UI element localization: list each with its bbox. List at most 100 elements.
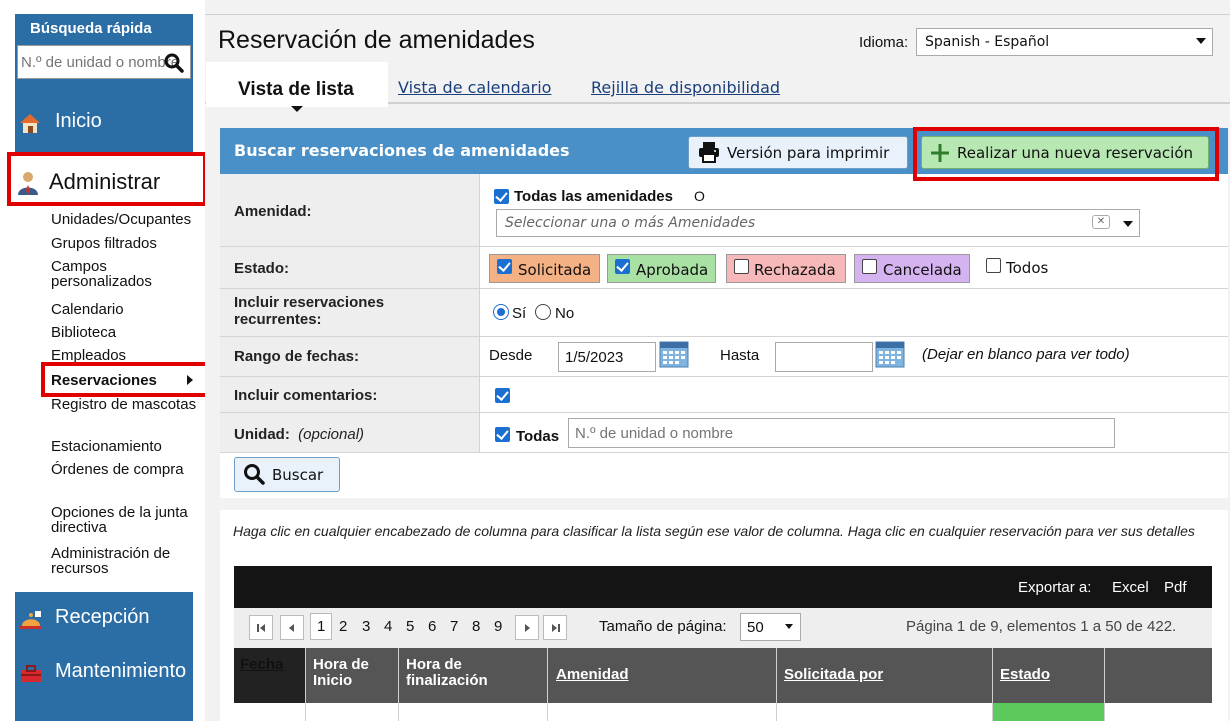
date-range-label: Rango de fechas: (234, 348, 360, 365)
column-divider (992, 648, 993, 721)
quick-search-title: Búsqueda rápida (30, 20, 152, 37)
column-start-time[interactable]: Hora de Inicio (313, 657, 393, 689)
calendar-icon[interactable] (875, 341, 905, 368)
chevron-down-icon[interactable] (1123, 221, 1133, 227)
status-requested-label: Solicitada (518, 261, 592, 279)
status-label: Estado: (234, 260, 290, 277)
sidebar-item-calendar[interactable]: Calendario (51, 302, 203, 317)
page-link[interactable]: 8 (472, 618, 480, 635)
column-status[interactable]: Estado (1000, 667, 1050, 683)
recurring-no-label: No (555, 305, 575, 322)
print-version-label: Versión para imprimir (727, 144, 890, 162)
amenity-or-label: O (694, 188, 705, 204)
form-row-divider (220, 376, 1228, 377)
sidebar-item-pets[interactable]: Registro de mascotas (51, 397, 203, 412)
first-page-button[interactable] (249, 615, 273, 640)
last-page-icon (552, 624, 557, 632)
nav-bottom-group: Recepción Mantenimiento (15, 592, 193, 721)
export-excel-link[interactable]: Excel (1112, 579, 1149, 596)
unit-label: Unidad: (opcional) (234, 426, 364, 443)
unit-search-input[interactable] (568, 418, 1115, 448)
column-divider (1104, 648, 1105, 721)
status-rejected-checkbox[interactable] (734, 259, 749, 274)
include-comments-checkbox[interactable] (495, 388, 510, 403)
column-divider (398, 648, 399, 721)
recurring-yes-radio[interactable] (493, 304, 509, 320)
all-units-checkbox[interactable] (495, 427, 510, 442)
nav-reception[interactable]: Recepción (55, 606, 150, 629)
search-button-label: Buscar (272, 466, 324, 484)
top-divider (205, 14, 1230, 15)
new-reservation-label: Realizar una nueva reservación (957, 144, 1194, 162)
status-approved-label: Aprobada (636, 261, 709, 279)
page-link[interactable]: 1 (317, 618, 325, 635)
nav-home[interactable]: Inicio (15, 82, 193, 152)
toolbox-icon (21, 665, 41, 682)
sidebar-item-employees[interactable]: Empleados (51, 348, 203, 363)
search-panel-title: Buscar reservaciones de amenidades (234, 141, 570, 160)
page-link[interactable]: 4 (384, 618, 392, 635)
user-admin-icon (18, 172, 38, 195)
language-select[interactable]: Spanish - Español (916, 28, 1213, 56)
sidebar-item-filtered-groups[interactable]: Grupos filtrados (51, 236, 203, 251)
sidebar-item-parking[interactable]: Estacionamiento (51, 439, 203, 454)
sidebar-item-board-options[interactable]: Opciones de la junta directiva (51, 505, 203, 535)
date-from-input[interactable]: 1/5/2023 (558, 342, 656, 372)
sidebar-item-resources[interactable]: Administración de recursos (51, 546, 203, 576)
recurring-no-radio[interactable] (535, 304, 551, 320)
search-icon[interactable] (163, 52, 185, 74)
status-cancelled-checkbox[interactable] (862, 259, 877, 274)
calendar-icon[interactable] (659, 341, 689, 368)
tab-calendar-view[interactable]: Vista de calendario (398, 78, 551, 97)
language-label: Idioma: (859, 34, 909, 51)
recurring-label: Incluir reservaciones recurrentes: (234, 294, 385, 328)
column-divider (547, 648, 548, 721)
column-end-time[interactable]: Hora de finalización (406, 657, 506, 689)
page-link[interactable]: 5 (406, 618, 414, 635)
sidebar-item-purchase-orders[interactable]: Órdenes de compra (51, 462, 203, 477)
all-amenities-label: Todas las amenidades (514, 188, 673, 205)
sidebar-item-units[interactable]: Unidades/Ocupantes (51, 212, 203, 227)
status-rejected-label: Rechazada (754, 261, 836, 279)
column-date[interactable]: Fecha (240, 657, 283, 673)
status-all-checkbox[interactable] (986, 258, 1001, 273)
page-link[interactable]: 6 (428, 618, 436, 635)
sidebar-item-library[interactable]: Biblioteca (51, 325, 203, 340)
tab-availability-grid[interactable]: Rejilla de disponibilidad (591, 78, 780, 97)
page-link[interactable]: 7 (450, 618, 458, 635)
page-title: Reservación de amenidades (218, 26, 535, 54)
next-page-button[interactable] (515, 615, 539, 640)
nav-admin-label: Administrar (49, 169, 161, 194)
quick-search-panel: Búsqueda rápida (15, 14, 193, 82)
page-link[interactable]: 2 (339, 618, 347, 635)
reception-bell-icon (20, 611, 42, 629)
chevron-down-icon (785, 624, 793, 629)
page-link[interactable]: 3 (362, 618, 370, 635)
status-all-label: Todos (1006, 259, 1049, 277)
column-requested-by[interactable]: Solicitada por (784, 667, 883, 683)
last-page-button[interactable] (543, 615, 567, 640)
column-amenity[interactable]: Amenidad (556, 667, 629, 683)
form-row-divider (220, 412, 1228, 413)
form-column-divider (479, 174, 480, 452)
all-amenities-checkbox[interactable] (494, 189, 509, 204)
caret-right-icon (187, 375, 193, 385)
prev-page-button[interactable] (280, 615, 304, 640)
sidebar-item-custom-fields[interactable]: Campos personalizados (51, 259, 203, 289)
export-label: Exportar a: (1018, 579, 1092, 596)
date-from-label: Desde (489, 347, 533, 364)
nav-maintenance[interactable]: Mantenimiento (55, 660, 186, 683)
date-to-input[interactable] (775, 342, 873, 372)
export-pdf-link[interactable]: Pdf (1164, 579, 1187, 596)
page-link[interactable]: 9 (494, 618, 502, 635)
sidebar-item-reservations-label: Reservaciones (51, 372, 157, 389)
status-requested-checkbox[interactable] (497, 259, 512, 274)
unit-optional-label: (opcional) (298, 426, 365, 443)
unit-label-text: Unidad: (234, 426, 290, 443)
clear-icon[interactable]: ✕ (1092, 215, 1110, 229)
amenity-label: Amenidad: (234, 203, 312, 220)
status-approved-checkbox[interactable] (615, 259, 630, 274)
plus-icon (931, 144, 949, 162)
home-icon (20, 114, 40, 133)
page-size-label: Tamaño de página: (599, 618, 727, 635)
